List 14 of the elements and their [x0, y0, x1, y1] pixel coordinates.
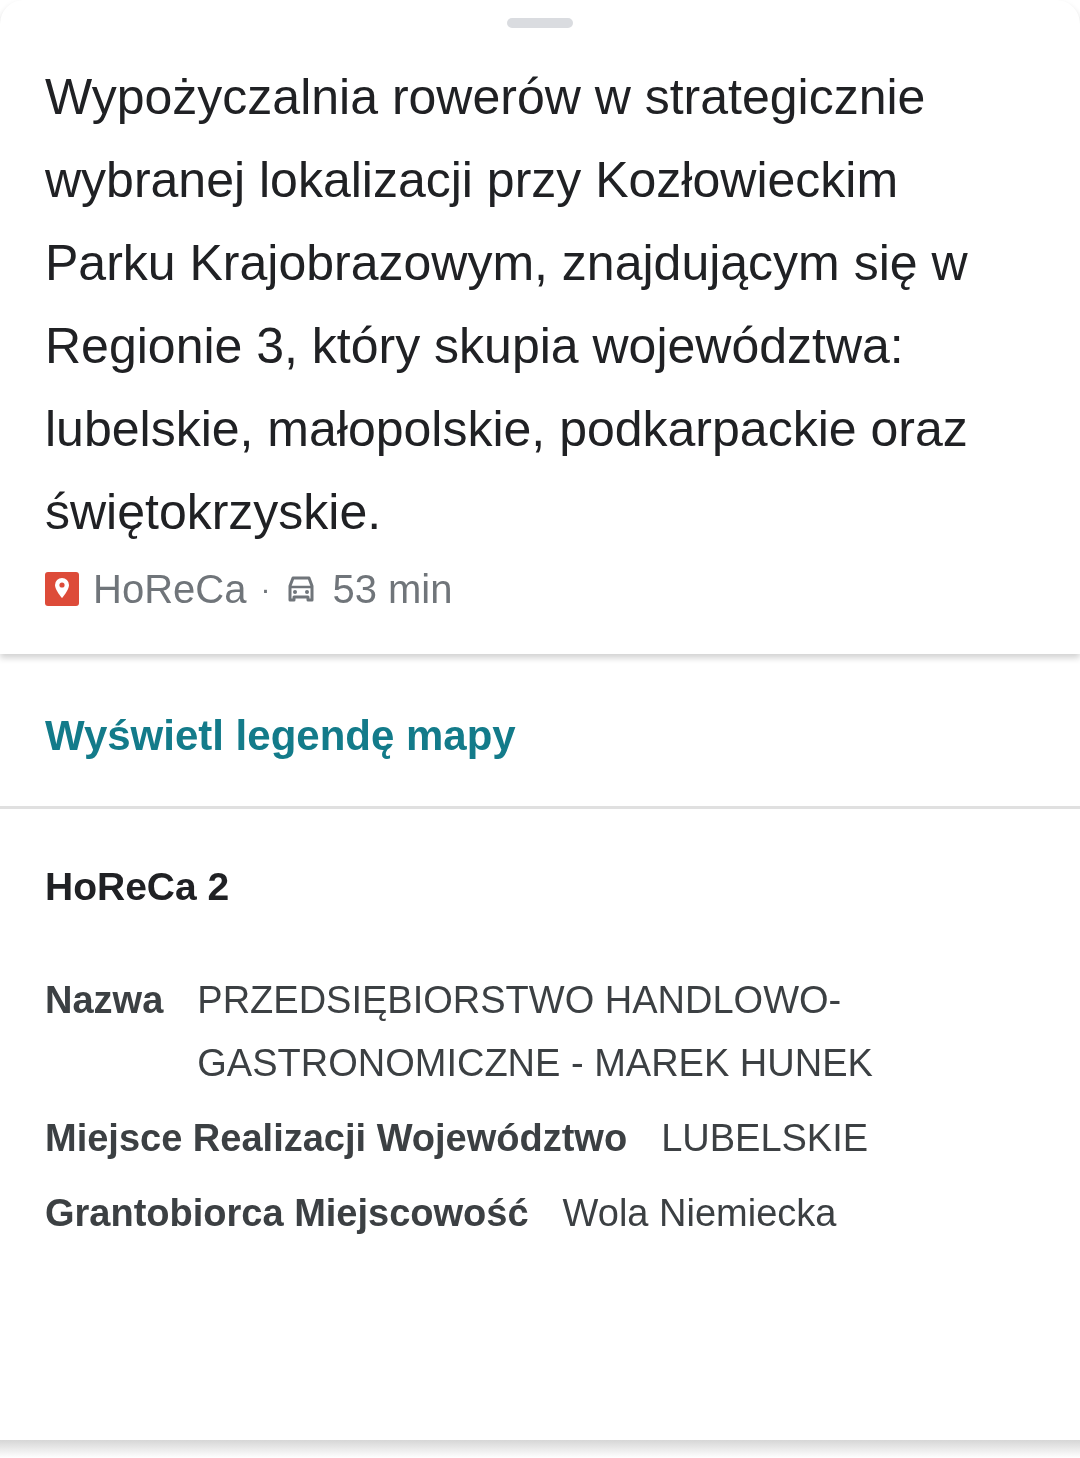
section-heading: HoReCa 2 — [45, 865, 231, 909]
field-label: Miejsce Realizacji Województwo — [45, 1116, 628, 1161]
map-pin-icon — [45, 572, 79, 606]
field-value: Wola Niemiecka — [562, 1191, 838, 1236]
map-legend-link[interactable]: Wyświetl legendę mapy — [45, 712, 516, 759]
category-label: HoReCa — [93, 566, 247, 612]
drag-handle[interactable] — [507, 18, 573, 28]
place-description: Wypożyczalnia rowerów w strategicznie wybranej lokalizacji przy Kozłowieckim Parku Krajobrazowym, znajdującym się w Regionie 3, który skupia województwa: lubelskie, małopolskie, podkarpackie oraz świętokrzyskie. — [45, 68, 969, 542]
field-label: Nazwa — [45, 978, 164, 1023]
separator-dot: · — [260, 572, 271, 606]
travel-time: 53 min — [332, 566, 453, 612]
field-value: PRZEDSIĘBIORSTWO HANDLOWO-GASTRONOMICZNE - MAREK HUNEK — [197, 978, 874, 1086]
field-label: Grantobiorca Miejscowość — [45, 1191, 529, 1236]
field-value: LUBELSKIE — [661, 1116, 870, 1161]
